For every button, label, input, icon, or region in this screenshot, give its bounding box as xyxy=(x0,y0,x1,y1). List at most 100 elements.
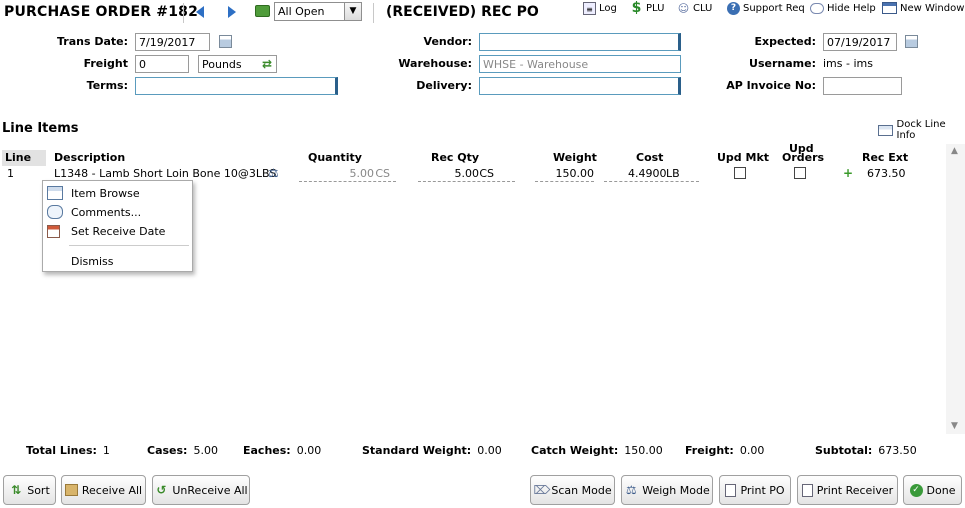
warehouse-input[interactable]: WHSE - Warehouse xyxy=(479,55,681,73)
sort-arrows-icon: ⇅ xyxy=(11,483,22,497)
done-label: Done xyxy=(926,483,956,497)
ap-invoice-label: AP Invoice No: xyxy=(726,79,816,92)
upd-orders-checkbox[interactable] xyxy=(794,167,806,179)
unreceive-all-label: UnReceive All xyxy=(172,483,248,497)
upd-mkt-checkbox[interactable] xyxy=(734,167,746,179)
row-rec-qty-unit: CS xyxy=(479,167,494,180)
status-filter-select[interactable]: All Open ▼ xyxy=(274,2,362,21)
row-weight-input[interactable]: 150.00 xyxy=(535,167,594,182)
freight-total-label: Freight: xyxy=(685,444,734,457)
column-header-weight[interactable]: Weight xyxy=(553,151,597,164)
standard-weight-value: 0.00 xyxy=(477,444,502,457)
calendar-icon[interactable] xyxy=(219,35,232,48)
column-header-quantity[interactable]: Quantity xyxy=(308,151,362,164)
freight-unit-value: Pounds xyxy=(202,58,242,71)
plu-link[interactable]: $ PLU xyxy=(630,0,665,16)
clu-link[interactable]: ☺ CLU xyxy=(677,1,713,15)
swap-arrows-icon[interactable]: ⇄ xyxy=(262,58,276,70)
column-header-rec-ext[interactable]: Rec Ext xyxy=(862,151,908,164)
menu-item-comments[interactable]: Comments... xyxy=(47,203,190,221)
ap-invoice-input[interactable] xyxy=(823,77,902,95)
item-browse-label: Item Browse xyxy=(71,186,140,200)
previous-arrow-icon[interactable] xyxy=(196,6,204,18)
scroll-down-icon[interactable]: ▼ xyxy=(951,421,958,431)
delivery-input[interactable] xyxy=(479,77,681,95)
folder-icon[interactable] xyxy=(255,5,270,17)
vendor-input[interactable] xyxy=(479,33,681,51)
row-quantity-value: 5.00 xyxy=(349,167,375,180)
header-divider-2 xyxy=(373,3,374,23)
print-receiver-button[interactable]: Print Receiver xyxy=(797,475,898,505)
weigh-mode-button[interactable]: ⚖ Weigh Mode xyxy=(621,475,713,505)
po-status-title: (RECEIVED) REC PO xyxy=(386,4,539,20)
menu-item-set-receive-date[interactable]: Set Receive Date xyxy=(47,222,190,240)
dock-line-info-button[interactable]: Dock Line Info xyxy=(878,119,965,141)
add-icon[interactable]: + xyxy=(843,166,853,180)
expected-date-input[interactable]: 07/19/2017 xyxy=(823,33,897,51)
receive-all-button[interactable]: Receive All xyxy=(61,475,146,505)
dismiss-spacer xyxy=(47,254,63,268)
eaches-label: Eaches: xyxy=(243,444,291,457)
print-po-label: Print PO xyxy=(740,483,785,497)
row-quantity[interactable]: 5.00 CS xyxy=(299,167,396,182)
warehouse-label: Warehouse: xyxy=(398,57,472,70)
scale-icon-button: ⚖ xyxy=(625,483,637,497)
row-rec-qty-value: 5.00 xyxy=(454,167,480,180)
log-link[interactable]: ≡ Log xyxy=(583,1,617,15)
support-request-link[interactable]: ? Support Req xyxy=(727,1,805,15)
username-value: ims - ims xyxy=(823,57,873,70)
row-description[interactable]: L1348 - Lamb Short Loin Bone 10@3LBS xyxy=(54,167,276,180)
dollar-icon: $ xyxy=(631,0,642,16)
freight-total-value: 0.00 xyxy=(739,444,765,457)
row-quantity-unit: CS xyxy=(375,167,390,180)
print-po-button[interactable]: Print PO xyxy=(719,475,791,505)
total-catch-weight: Catch Weight: 150.00 xyxy=(531,444,663,457)
scroll-up-icon[interactable]: ▲ xyxy=(951,146,958,156)
total-lines-label: Total Lines: xyxy=(26,444,97,457)
header-divider xyxy=(183,3,184,23)
document-icon xyxy=(725,483,737,497)
unreceive-all-button[interactable]: ↺ UnReceive All xyxy=(152,475,250,505)
comments-label: Comments... xyxy=(71,205,142,219)
username-label: Username: xyxy=(749,57,816,70)
status-filter-value: All Open xyxy=(278,5,325,18)
column-header-upd-mkt[interactable]: Upd Mkt xyxy=(717,151,769,164)
checkmark-icon: ✓ xyxy=(909,483,923,497)
column-header-rec-qty[interactable]: Rec Qty xyxy=(431,151,479,164)
catch-weight-label: Catch Weight: xyxy=(531,444,619,457)
chevron-down-icon[interactable]: ▼ xyxy=(344,3,361,20)
scan-mode-button[interactable]: ⌦ Scan Mode xyxy=(530,475,615,505)
receipt-icon xyxy=(801,483,813,497)
cases-label: Cases: xyxy=(147,444,188,457)
row-rec-qty-input[interactable]: 5.00 CS xyxy=(418,167,515,182)
scale-icon[interactable]: ⚖ xyxy=(268,166,279,180)
new-window-link[interactable]: New Window xyxy=(882,1,964,15)
next-arrow-icon[interactable] xyxy=(228,6,236,18)
column-header-cost[interactable]: Cost xyxy=(636,151,663,164)
hide-help-label: Hide Help xyxy=(827,2,876,14)
row-cost-input[interactable]: 4.4900 LB xyxy=(604,167,699,182)
purchase-order-window: PURCHASE ORDER #182 All Open ▼ (RECEIVED… xyxy=(0,0,965,508)
freight-input[interactable]: 0 xyxy=(135,55,189,73)
hide-help-link[interactable]: Hide Help xyxy=(810,1,876,15)
done-button[interactable]: ✓ Done xyxy=(903,475,962,505)
menu-item-browse[interactable]: Item Browse xyxy=(47,184,190,202)
delivery-label: Delivery: xyxy=(416,79,472,92)
trans-date-input[interactable]: 7/19/2017 xyxy=(135,33,210,51)
menu-item-dismiss[interactable]: Dismiss xyxy=(47,252,190,270)
tag-icon: ⌦ xyxy=(533,483,551,497)
log-label: Log xyxy=(599,2,617,14)
vertical-scrollbar[interactable]: ▲ ▼ xyxy=(946,144,965,434)
plu-label: PLU xyxy=(646,2,665,14)
total-lines: Total Lines: 1 xyxy=(26,444,110,457)
clu-label: CLU xyxy=(693,2,713,14)
sort-button[interactable]: ⇅ Sort xyxy=(3,475,56,505)
window-icon xyxy=(882,2,897,14)
comments-icon xyxy=(47,205,63,219)
box-icon xyxy=(64,484,78,496)
column-header-upd-orders[interactable]: Orders xyxy=(782,151,824,164)
terms-input[interactable] xyxy=(135,77,338,95)
total-standard-weight: Standard Weight: 0.00 xyxy=(362,444,502,457)
column-header-description[interactable]: Description xyxy=(54,151,125,164)
calendar-icon-expected[interactable] xyxy=(905,35,918,48)
